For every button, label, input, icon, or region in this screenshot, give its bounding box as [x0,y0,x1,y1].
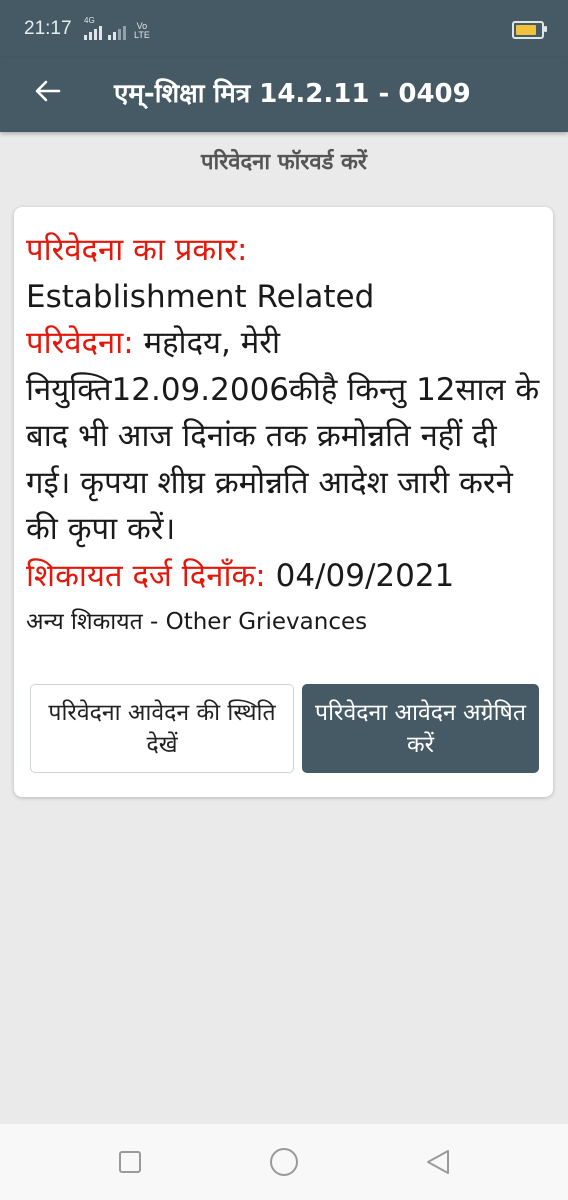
filed-date-value: 04/09/2021 [275,557,455,594]
network-type-label: 4G [84,16,95,25]
forward-application-button[interactable]: परिवेदना आवेदन अग्रेषित करें [302,684,539,773]
view-status-button-label: परिवेदना आवेदन की स्थिति देखें [48,699,276,758]
square-icon[interactable] [112,1144,148,1180]
grievance-type-value: Establishment Related [26,278,375,315]
grievance-card: परिवेदना का प्रकार: Establishment Relate… [14,207,553,797]
battery-icon [512,21,547,39]
status-time: 21:17 [24,18,72,39]
filed-date-label: शिकायत दर्ज दिनाँक: [26,557,266,594]
circle-icon[interactable] [266,1144,302,1180]
page-title: एम्-शिक्षा मित्र 14.2.11 - 0409 [114,79,471,109]
signal-strength-icon: 4G [84,16,102,40]
signal-strength-icon [108,24,126,40]
grievance-text-block: परिवेदना: महोदय, मेरी नियुक्ति12.09.2006… [26,320,541,553]
arrow-left-icon[interactable] [30,74,64,108]
grievance-details: परिवेदना का प्रकार: Establishment Relate… [26,227,541,599]
app-bar: एम्-शिक्षा मित्र 14.2.11 - 0409 [0,58,568,132]
section-heading: परिवेदना फॉरवर्ड करें [201,150,367,175]
triangle-back-icon[interactable] [420,1144,456,1180]
volte-icon: Vo LTE [134,22,150,40]
battery-level [516,25,536,35]
status-bar: 21:17 4G Vo LTE [0,0,568,58]
signal-indicators: 4G Vo LTE [84,16,150,40]
system-navigation-bar [0,1124,568,1200]
grievance-category: अन्य शिकायत - Other Grievances [26,609,368,635]
forward-application-button-label: परिवेदना आवेदन अग्रेषित करें [315,699,526,758]
date-row: शिकायत दर्ज दिनाँक: 04/09/2021 [26,553,541,600]
view-status-button[interactable]: परिवेदना आवेदन की स्थिति देखें [30,684,294,773]
grievance-label: परिवेदना: [26,325,134,361]
volte-label-bottom: LTE [134,30,150,40]
grievance-type-label: परिवेदना का प्रकार: [26,232,248,268]
